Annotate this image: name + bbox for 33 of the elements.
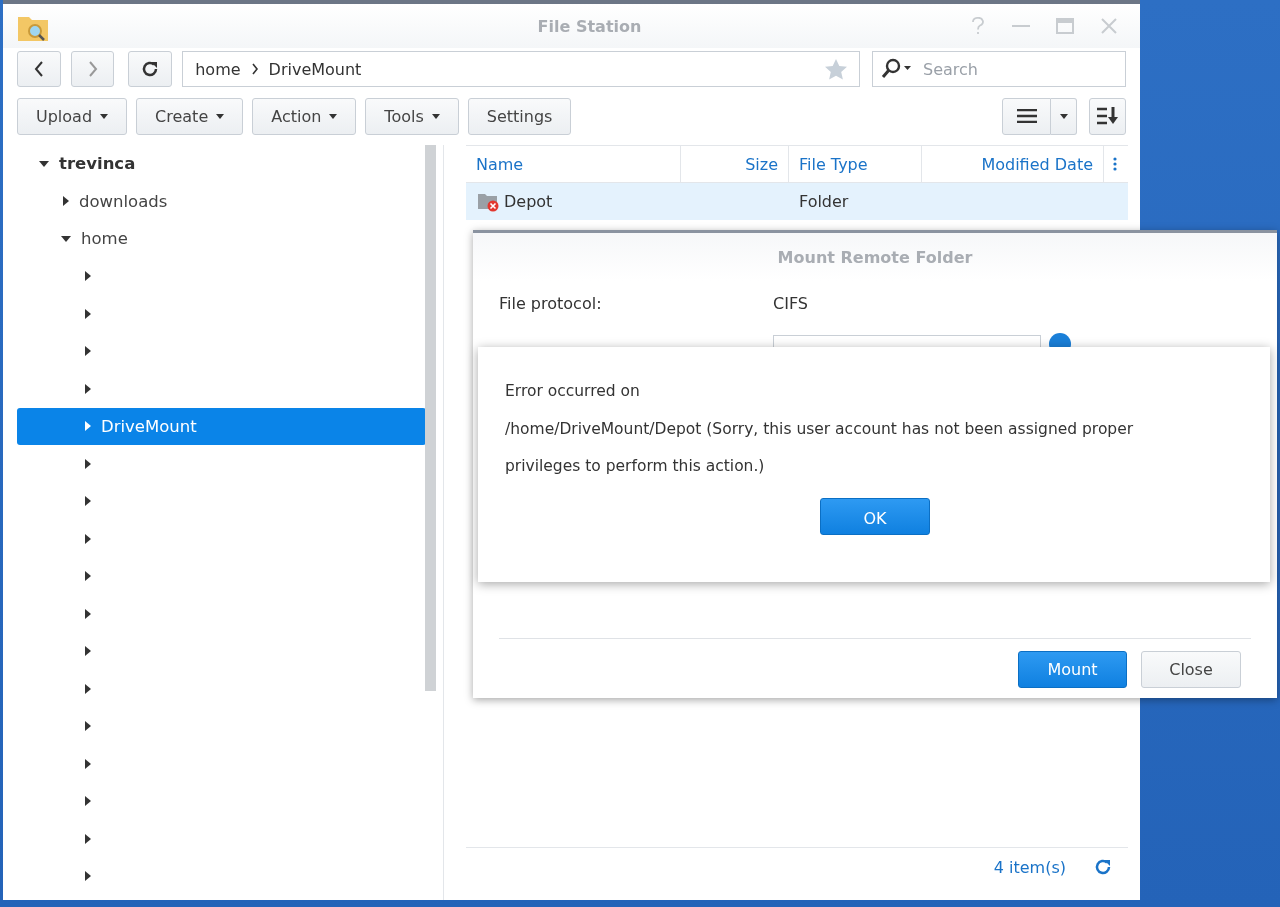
column-header[interactable]: File Type — [789, 146, 922, 182]
error-heading: Error occurred on — [505, 381, 641, 402]
column-header[interactable]: Modified Date — [922, 146, 1104, 182]
item-count: 4 item(s) — [993, 857, 1066, 877]
field-label: File protocol: — [499, 293, 603, 313]
toolbar-button[interactable]: Settings — [467, 97, 572, 135]
dialog-title: Mount Remote Folder — [473, 233, 1277, 281]
breadcrumb[interactable]: DriveMount — [268, 59, 362, 79]
tree-item[interactable]: trevinca — [17, 145, 426, 183]
path-field[interactable]: home DriveMount — [182, 51, 860, 87]
window-title: File Station — [536, 16, 643, 36]
file-row[interactable]: Depot Folder — [466, 183, 1128, 220]
file-name: Depot — [504, 192, 553, 211]
error-message: /home/DriveMount/Depot (Sorry, this user account has not been assigned proper privileges to perform this action.) — [505, 418, 1135, 477]
column-header[interactable]: Size — [681, 146, 789, 182]
toolbar-button[interactable]: Action — [252, 97, 357, 135]
file-type: Folder — [799, 192, 849, 211]
column-header[interactable]: Name — [466, 146, 681, 182]
tree-item[interactable]: downloads — [17, 182, 426, 220]
dialog-button[interactable]: Close — [1141, 651, 1241, 688]
breadcrumb[interactable]: home — [195, 59, 241, 79]
tree-label: downloads — [79, 191, 168, 211]
tree-label: trevinca — [59, 154, 136, 174]
ok-button[interactable]: OK — [820, 497, 930, 535]
toolbar-button[interactable]: Create — [136, 97, 244, 135]
tree-item[interactable]: DriveMount — [17, 407, 426, 445]
tree-label: DriveMount — [101, 416, 197, 436]
tree-label: home — [81, 229, 128, 249]
tree-item[interactable]: home — [17, 220, 426, 258]
toolbar-button[interactable]: Upload — [17, 97, 128, 135]
search-field[interactable]: Search — [872, 51, 1126, 87]
toolbar-button[interactable]: Tools — [365, 97, 459, 135]
field-value: CIFS — [773, 293, 808, 313]
